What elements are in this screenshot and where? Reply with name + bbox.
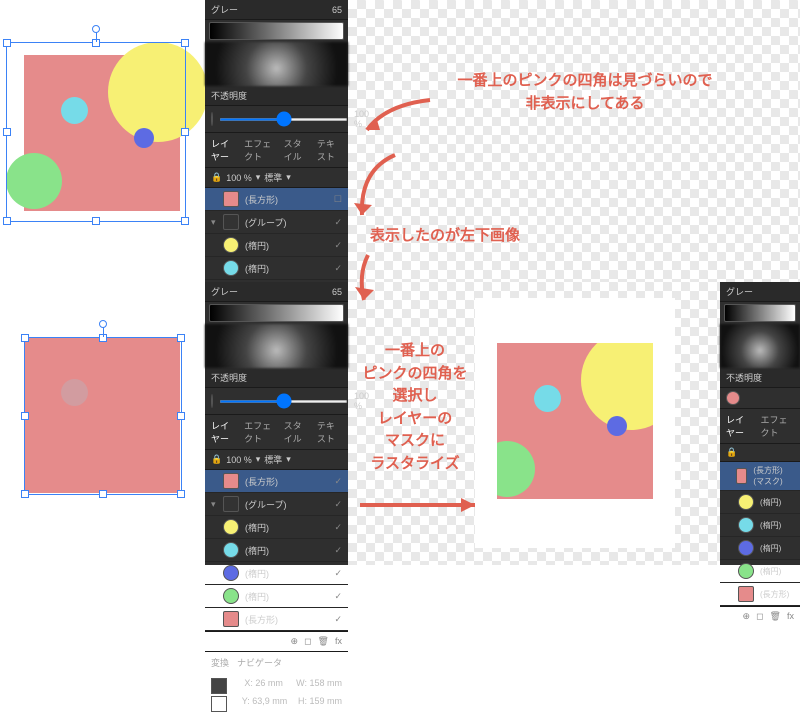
selection-box[interactable] <box>24 337 182 495</box>
gradient-strip[interactable] <box>209 22 344 40</box>
blue-circle <box>607 416 627 436</box>
visibility-toggle[interactable]: ✓ <box>334 217 342 228</box>
annotation-1: 一番上のピンクの四角は見づらいので 非表示にしてある <box>410 70 760 115</box>
gradient-strip[interactable] <box>209 304 344 322</box>
panel-tabs[interactable]: レイヤーエフェクトスタイルテキスト <box>205 133 348 168</box>
yellow-circle <box>581 330 681 430</box>
preview-thumb <box>205 42 348 86</box>
arrow-1 <box>355 95 435 145</box>
layer-ellipse-yellow[interactable]: (楕円)✓ <box>205 234 348 257</box>
visibility-toggle[interactable]: ☐ <box>334 194 342 205</box>
preview-thumb <box>205 324 348 368</box>
green-circle <box>479 441 535 497</box>
canvas-bottom-left[interactable] <box>0 282 205 565</box>
slider-value: 65 <box>332 5 342 15</box>
arrow-2 <box>350 155 410 305</box>
slider-label: グレー <box>211 3 238 16</box>
canvas-top-left[interactable] <box>0 0 205 282</box>
opacity-slider[interactable] <box>219 400 348 403</box>
layer-group[interactable]: ▾(グループ)✓ <box>205 211 348 234</box>
layer-rect[interactable]: (長方形)☐ <box>205 188 348 211</box>
selection-box[interactable] <box>6 42 186 222</box>
layers-panel-right[interactable]: グレー 不透明度 レイヤーエフェクト 🔒 (長方形) (マスク) (楕円) (楕… <box>720 282 800 565</box>
arrow-3 <box>355 490 495 520</box>
opacity-label: 不透明度 <box>211 89 247 102</box>
layer-ellipse-cyan[interactable]: (楕円)✓ <box>205 257 348 280</box>
cyan-circle <box>534 385 561 412</box>
opacity-slider[interactable] <box>219 118 348 121</box>
layer-group[interactable]: ▾(グループ)✓ <box>205 493 348 516</box>
layers-panel-bottom[interactable]: グレー65 不透明度 100 % レイヤーエフェクトスタイルテキスト 🔒100 … <box>205 282 348 565</box>
layers-panel-top[interactable]: グレー65 不透明度 100 % レイヤーエフェクトスタイルテキスト 🔒100 … <box>205 0 348 282</box>
annotation-3: 一番上の ピンクの四角を 選択し レイヤーの マスクに ラスタライズ <box>355 340 475 475</box>
opacity-swatch <box>211 112 213 126</box>
layer-rect[interactable]: (長方形)✓ <box>205 470 348 493</box>
lock-icon[interactable]: 🔒 <box>211 172 222 183</box>
blend-mode[interactable]: 標準 <box>264 171 282 184</box>
result-artboard[interactable] <box>475 298 675 548</box>
blend-pct: 100 % <box>226 173 252 183</box>
